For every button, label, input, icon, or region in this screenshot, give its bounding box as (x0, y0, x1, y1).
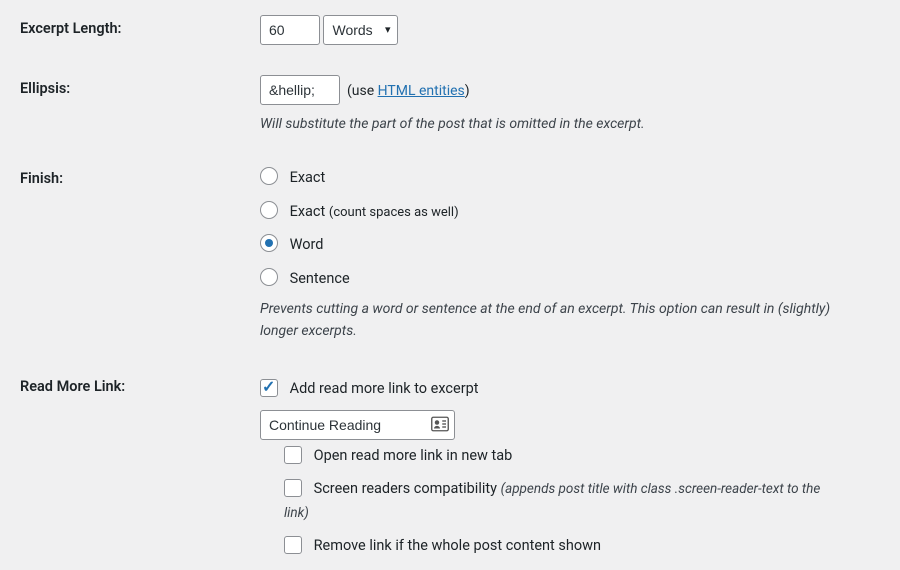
read-more-label: Read More Link: (0, 358, 250, 570)
finish-option-exact: Exact (290, 169, 326, 186)
read-more-text-input[interactable] (260, 410, 455, 440)
add-read-more-label: Add read more link to excerpt (290, 380, 479, 397)
remove-link-checkbox[interactable] (284, 536, 302, 554)
finish-radio-group: Exact Exact (count spaces as well) Word … (260, 166, 880, 289)
finish-option-exact-spaces: Exact (290, 203, 326, 220)
finish-option-sentence: Sentence (290, 270, 350, 287)
add-read-more-checkbox[interactable] (260, 379, 278, 397)
ellipsis-label: Ellipsis: (0, 60, 250, 150)
ellipsis-description: Will substitute the part of the post tha… (260, 113, 850, 135)
finish-label: Finish: (0, 150, 250, 357)
remove-link-label: Remove link if the whole post content sh… (314, 537, 601, 554)
ellipsis-hint: (use HTML entities) (347, 83, 470, 99)
finish-radio-word[interactable] (260, 234, 278, 252)
finish-radio-sentence[interactable] (260, 268, 278, 286)
finish-option-exact-spaces-note: (count spaces as well) (329, 205, 459, 220)
address-card-icon (431, 416, 449, 432)
finish-radio-exact-spaces[interactable] (260, 201, 278, 219)
screen-reader-checkbox[interactable] (284, 479, 302, 497)
finish-description: Prevents cutting a word or sentence at t… (260, 298, 850, 343)
ellipsis-input[interactable] (260, 75, 340, 105)
html-entities-link[interactable]: HTML entities (378, 83, 465, 99)
finish-radio-exact[interactable] (260, 167, 278, 185)
excerpt-length-unit-select[interactable]: Words (323, 15, 398, 45)
excerpt-length-label: Excerpt Length: (0, 0, 250, 60)
open-new-tab-checkbox[interactable] (284, 446, 302, 464)
open-new-tab-label: Open read more link in new tab (314, 447, 513, 464)
excerpt-length-input[interactable] (260, 15, 320, 45)
screen-reader-label: Screen readers compatibility (314, 480, 501, 497)
finish-option-word: Word (290, 236, 324, 253)
